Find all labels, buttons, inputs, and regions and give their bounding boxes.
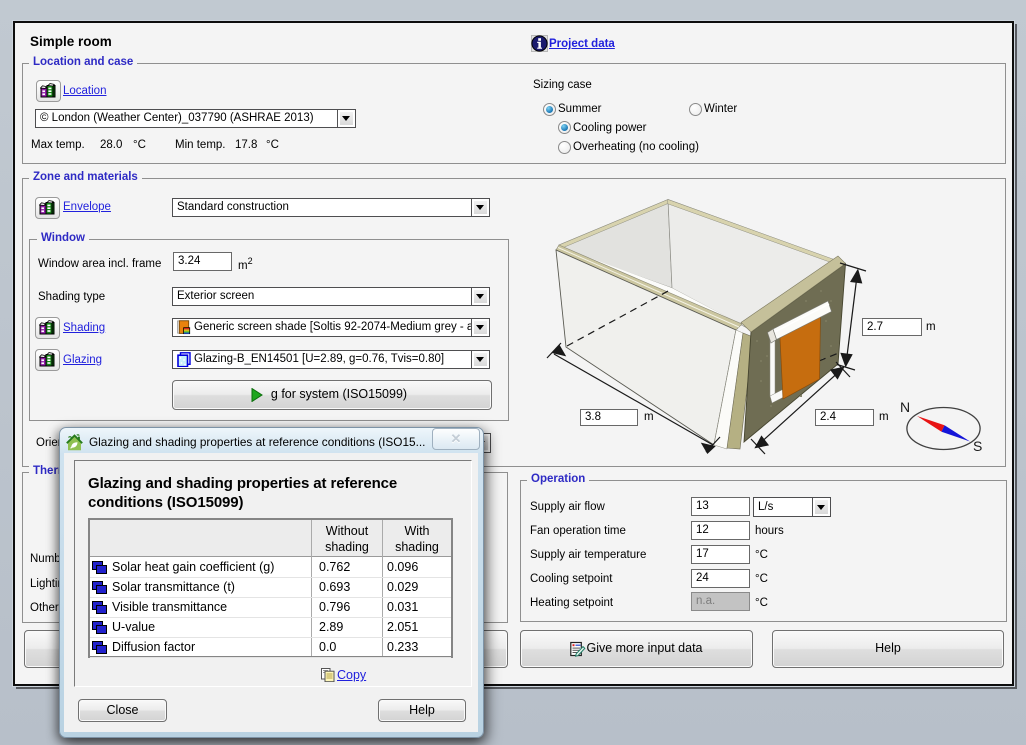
svg-text:S: S bbox=[973, 438, 982, 454]
svg-text:N: N bbox=[900, 399, 910, 415]
